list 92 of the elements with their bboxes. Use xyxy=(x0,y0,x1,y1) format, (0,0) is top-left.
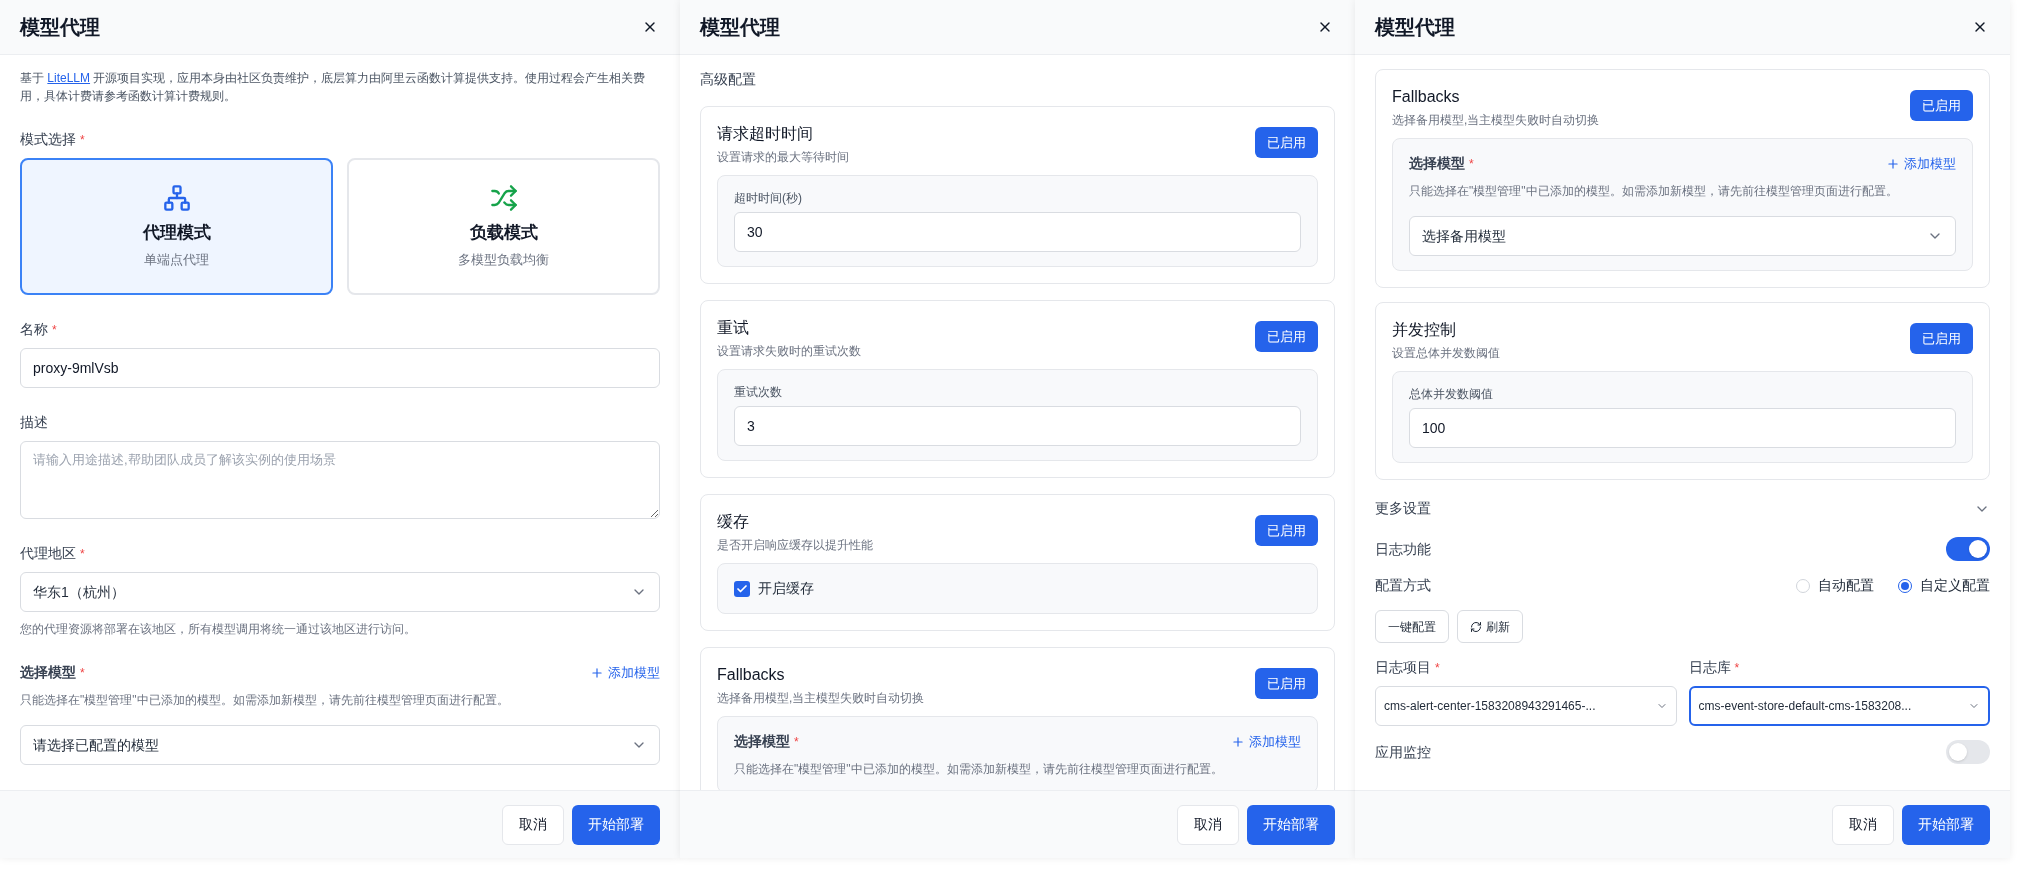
select-field[interactable]: 选择备用模型 xyxy=(1409,216,1956,256)
required-mark: * xyxy=(80,664,85,682)
help-text: 您的代理资源将部署在该地区，所有模型调用将统一通过该地区进行访问。 xyxy=(20,621,417,638)
card-title: Fallbacks xyxy=(717,665,786,685)
plus-icon xyxy=(1231,734,1245,749)
check-icon xyxy=(736,582,748,595)
help-text: 只能选择在"模型管理"中已添加的模型。如需添加新模型，请先前往模型管理页面进行配置。 xyxy=(1409,183,1899,200)
mode-subtitle: 单端点代理 xyxy=(144,250,209,269)
refresh-icon xyxy=(1470,620,1482,633)
input-field[interactable]: 3 xyxy=(734,406,1301,446)
dialog-title: 模型代理 xyxy=(20,15,100,40)
help-text: 只能选择在"模型管理"中已添加的模型。如需添加新模型，请先前往模型管理页面进行配置。 xyxy=(20,692,510,709)
setting-label: 日志功能 xyxy=(1375,539,1431,559)
enabled-button[interactable]: 已启用 xyxy=(1255,515,1318,546)
toggle-switch[interactable] xyxy=(1946,537,1990,561)
plus-icon xyxy=(1886,156,1900,171)
input-field[interactable]: 30 xyxy=(734,212,1301,252)
checkbox[interactable] xyxy=(734,580,750,597)
cancel-button[interactable]: 取消 xyxy=(1832,804,1894,845)
radio-label: 自动配置 xyxy=(1818,576,1874,595)
enabled-button[interactable]: 已启用 xyxy=(1910,323,1973,354)
card-subtitle: 选择备用模型,当主模型失败时自动切换 xyxy=(1392,112,1600,128)
enabled-button[interactable]: 已启用 xyxy=(1255,668,1318,699)
select-field[interactable]: 请选择已配置的模型 xyxy=(20,725,660,765)
enabled-button[interactable]: 已启用 xyxy=(1255,127,1318,158)
intro-text: 基于 LiteLLM 开源项目实现，应用本身由社区负责维护，底层算力由阿里云函数计算提供支持。使用过程会产生相关费用，具体计费请参考函数计算计费规则。 xyxy=(20,70,647,105)
shuffle-icon xyxy=(489,184,518,212)
field-label: 名称 xyxy=(20,320,48,339)
card-subtitle: 选择备用模型,当主模型失败时自动切换 xyxy=(717,690,925,706)
refresh-button[interactable]: 刷新 xyxy=(1457,610,1523,643)
field-label: 模式选择 xyxy=(20,130,76,149)
card-subtitle: 是否开启响应缓存以提升性能 xyxy=(717,537,873,553)
required-mark: * xyxy=(52,321,57,339)
section-heading: 高级配置 xyxy=(700,70,757,89)
field-label: 日志库 xyxy=(1688,658,1731,677)
more-settings-header[interactable]: 更多设置 xyxy=(1375,494,1990,523)
mode-card[interactable]: 负载模式 多模型负载均衡 xyxy=(347,158,660,295)
description-field[interactable]: 请输入用途描述,帮助团队成员了解该实例的使用场景 xyxy=(20,441,660,519)
field-label: 超时时间(秒) xyxy=(734,190,803,206)
card-title: 并发控制 xyxy=(1392,320,1457,340)
required-mark: * xyxy=(1734,659,1740,677)
enabled-button[interactable]: 已启用 xyxy=(1910,90,1973,121)
required-mark: * xyxy=(80,131,85,149)
add-model-link[interactable]: 添加模型 xyxy=(1231,731,1301,752)
plus-icon xyxy=(590,665,604,680)
setting-label: 配置方式 xyxy=(1375,576,1431,595)
field-label: 重试次数 xyxy=(734,384,783,400)
mode-title: 代理模式 xyxy=(142,222,211,244)
dialog-title: 模型代理 xyxy=(700,15,780,40)
mode-subtitle: 多模型负载均衡 xyxy=(458,250,549,269)
card-subtitle: 设置请求的最大等待时间 xyxy=(717,149,849,165)
card-subtitle: 设置请求失败时的重试次数 xyxy=(717,343,861,359)
required-mark: * xyxy=(1435,659,1440,677)
litellm-link[interactable]: LiteLLM xyxy=(47,71,91,85)
hierarchy-icon xyxy=(162,184,191,212)
card-title: 请求超时时间 xyxy=(717,124,814,144)
cache-checkbox[interactable]: 开启缓存 xyxy=(734,578,1301,599)
enabled-button[interactable]: 已启用 xyxy=(1255,321,1318,352)
field-label: 选择模型 xyxy=(734,732,790,751)
cancel-button[interactable]: 取消 xyxy=(1177,804,1239,845)
deploy-button[interactable]: 开始部署 xyxy=(1902,804,1990,845)
card-title: 重试 xyxy=(717,318,750,338)
help-text: 只能选择在"模型管理"中已添加的模型。如需添加新模型，请先前往模型管理页面进行配置。 xyxy=(734,761,1224,778)
toggle-switch[interactable] xyxy=(1946,740,1990,764)
cancel-button[interactable]: 取消 xyxy=(502,804,564,845)
setting-label: 应用监控 xyxy=(1375,742,1431,762)
mode-title: 负载模式 xyxy=(469,222,538,244)
field-label: 日志项目 xyxy=(1375,658,1431,677)
dialog-title: 模型代理 xyxy=(1375,15,1455,40)
field-label: 选择模型 xyxy=(1409,154,1465,173)
card-title: Fallbacks xyxy=(1392,87,1461,107)
required-mark: * xyxy=(1469,155,1474,173)
select-field[interactable]: cms-alert-center-1583208943291465-... xyxy=(1375,686,1677,726)
field-label: 代理地区 xyxy=(20,544,76,563)
add-model-link[interactable]: 添加模型 xyxy=(1886,153,1956,174)
input-field[interactable]: proxy-9mlVsb xyxy=(20,348,660,388)
required-mark: * xyxy=(794,733,799,751)
required-mark: * xyxy=(80,545,85,563)
card-subtitle: 设置总体并发数阈值 xyxy=(1392,345,1500,361)
field-label: 总体并发数阈值 xyxy=(1409,386,1494,402)
deploy-button[interactable]: 开始部署 xyxy=(1247,804,1335,845)
add-model-link[interactable]: 添加模型 xyxy=(590,662,660,683)
deploy-button[interactable]: 开始部署 xyxy=(572,804,660,845)
mode-card[interactable]: 代理模式 单端点代理 xyxy=(20,158,333,295)
radio-label: 自定义配置 xyxy=(1920,576,1990,595)
input-field[interactable]: 100 xyxy=(1409,408,1956,448)
select-field[interactable]: cms-event-store-default-cms-1583208... xyxy=(1688,686,1990,726)
card-title: 缓存 xyxy=(717,512,750,532)
field-label: 描述 xyxy=(20,413,48,432)
field-label: 选择模型 xyxy=(20,663,76,682)
config-button[interactable]: 一键配置 xyxy=(1375,610,1449,643)
select-field[interactable]: 华东1（杭州） xyxy=(20,572,660,612)
